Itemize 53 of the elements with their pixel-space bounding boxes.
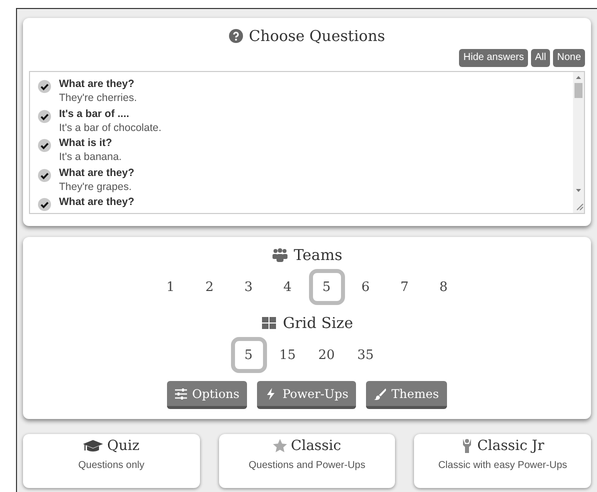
answer-text: They're cherries. [59,91,137,105]
mode-description: Classic with easy Power-Ups [438,460,568,471]
question-text: What are they? [59,195,134,209]
number-option[interactable]: 5 [308,269,344,305]
number-option[interactable]: 6 [348,269,384,305]
number-option[interactable]: 1 [152,269,188,305]
mode-card[interactable]: Classic Questions and Power-Ups [218,434,396,488]
child-figure-icon [461,439,474,453]
checkbox[interactable] [38,198,51,211]
lightning-icon [265,388,278,400]
star-icon [272,439,287,453]
mode-title: Classic Jr [477,438,544,454]
checkbox[interactable] [38,80,51,93]
help-icon [228,29,243,43]
toolbar-button[interactable]: All [530,49,550,67]
mode-description: Questions only [78,460,144,471]
question-text: What are they? [59,77,136,91]
mode-card[interactable]: Quiz Questions only [23,434,200,488]
number-option[interactable]: 7 [386,269,422,305]
toolbar-button[interactable]: None [553,49,585,67]
mode-description: Questions and Power-Ups [248,460,366,471]
checkbox[interactable] [38,168,51,182]
answer-text: It's a banana. [59,150,122,164]
number-option[interactable]: 35 [348,337,384,373]
brush-icon [374,388,386,400]
number-option[interactable]: 20 [308,337,344,373]
question-text: What is it? [59,136,114,150]
number-option[interactable]: 5 [230,337,266,373]
question-text: It's a bar of .... [59,106,130,120]
sliders-icon [175,388,188,400]
settings-button[interactable]: Options [167,381,248,409]
mode-title: Quiz [107,438,140,454]
number-option[interactable]: 15 [270,337,306,373]
settings-button[interactable]: Power-Ups [257,381,356,409]
checkbox[interactable] [38,110,51,122]
number-option[interactable]: 3 [230,269,266,305]
number-option[interactable]: 4 [270,269,306,305]
panel-title: Choose Questions [248,27,386,45]
section-title: Teams [294,246,342,264]
section-title: Grid Size [282,314,354,332]
answer-text: It's a bar of chocolate. [59,120,162,134]
group-icon [272,248,288,262]
number-option[interactable]: 2 [192,269,228,305]
answer-text: They're grapes. [59,180,133,194]
settings-button[interactable]: Themes [366,381,447,409]
checkbox[interactable] [38,139,51,152]
mode-card[interactable]: Classic Jr Classic with easy Power-Ups [414,434,592,488]
mode-title: Classic [290,438,342,454]
toolbar-button[interactable]: Hide answers [459,49,528,67]
grid-icon [260,316,277,330]
question-text: What are they? [59,166,134,180]
number-option[interactable]: 8 [426,269,462,305]
graduation-cap-icon [83,439,104,453]
